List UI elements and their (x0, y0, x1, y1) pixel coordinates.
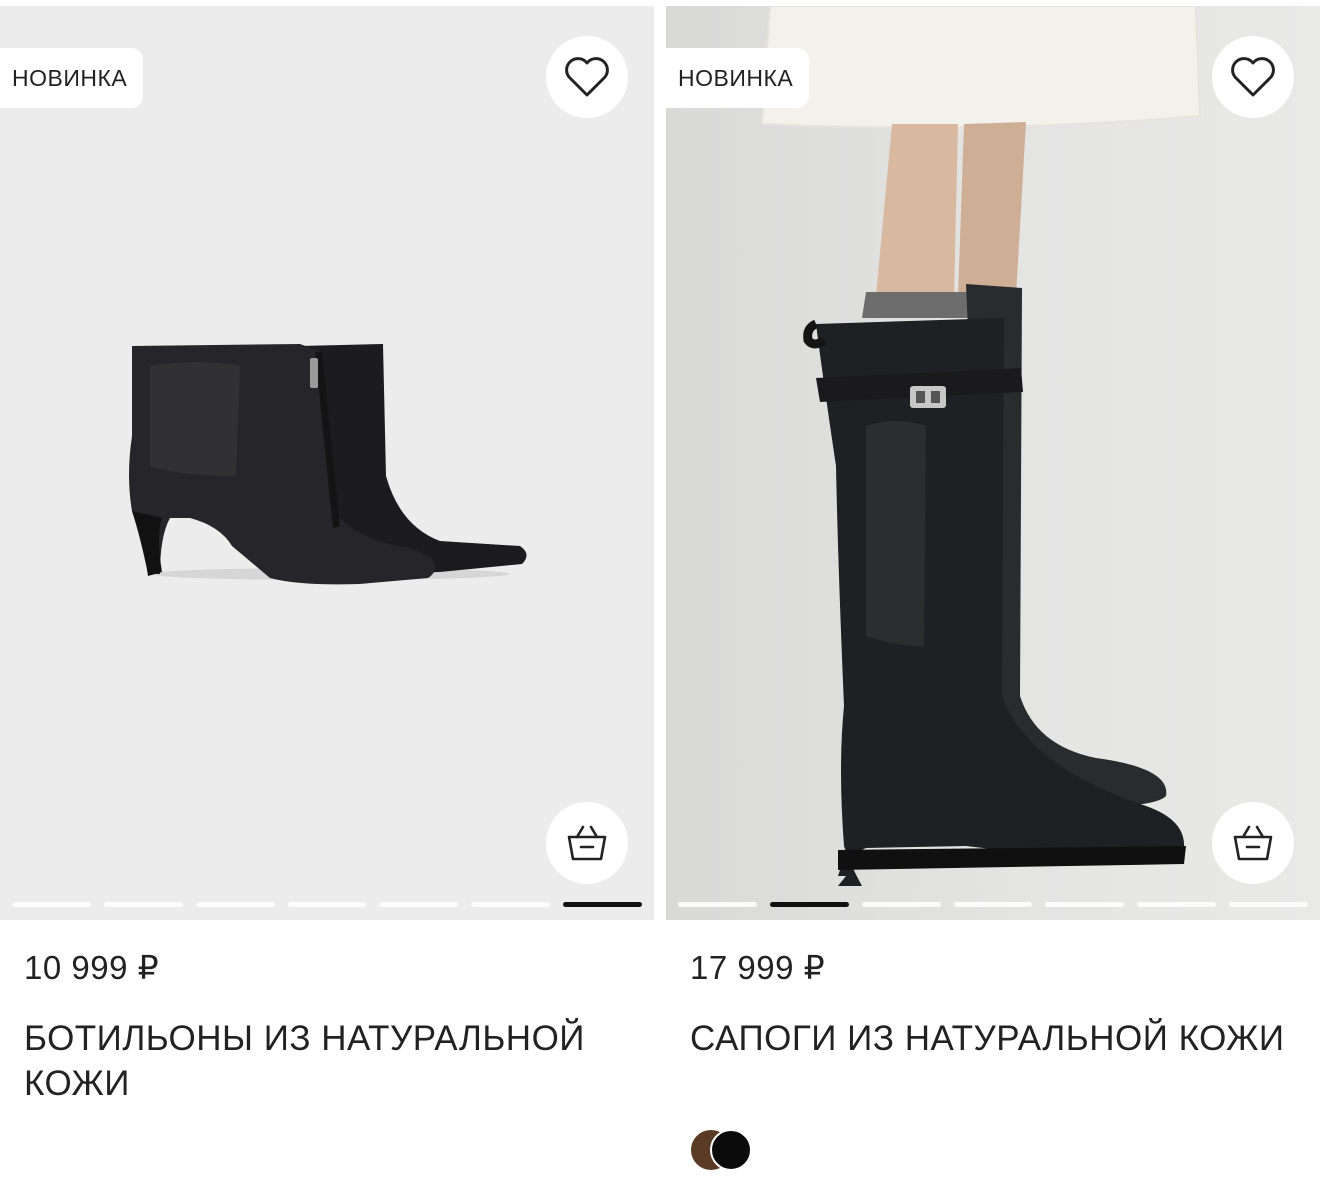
heart-outline-icon (565, 57, 609, 97)
pager-dot[interactable] (471, 902, 551, 907)
product-image[interactable]: НОВИНКА (666, 6, 1320, 920)
pager-dot[interactable] (769, 902, 849, 907)
basket-icon (567, 825, 607, 861)
product-price: 17 999 ₽ (690, 949, 826, 986)
pager-dot[interactable] (1137, 902, 1217, 907)
new-badge: НОВИНКА (0, 48, 144, 108)
favorite-button[interactable] (1212, 36, 1294, 118)
pager-dot[interactable] (678, 902, 757, 907)
pager-dot[interactable] (103, 902, 183, 907)
color-swatch-black[interactable] (710, 1129, 752, 1171)
pager-dot[interactable] (12, 902, 91, 907)
product-title[interactable]: САПОГИ ИЗ НАТУРАЛЬНОЙ КОЖИ (690, 1016, 1310, 1061)
pager-dot[interactable] (287, 902, 367, 907)
product-title[interactable]: БОТИЛЬОНЫ ИЗ НАТУРАЛЬНОЙ КОЖИ (24, 1016, 644, 1106)
pager-dot[interactable] (195, 902, 275, 907)
color-swatches (690, 1129, 760, 1173)
product-price: 10 999 ₽ (24, 949, 160, 986)
new-badge: НОВИНКА (666, 48, 810, 108)
image-pager (678, 902, 1309, 907)
heart-outline-icon (1231, 57, 1275, 97)
image-pager (12, 902, 643, 907)
favorite-button[interactable] (546, 36, 628, 118)
add-to-cart-button[interactable] (1212, 802, 1294, 884)
basket-icon (1233, 825, 1273, 861)
pager-dot[interactable] (379, 902, 459, 907)
product-image[interactable]: НОВИНКА (0, 6, 654, 920)
product-card-ankle-boots[interactable]: НОВИНКА 10 999 ₽ БОТИЛЬОНЫ ИЗ НАТУРАЛЬНО… (0, 0, 654, 1190)
product-card-tall-boots[interactable]: НОВИНКА 17 999 ₽ САПОГИ ИЗ НАТУРАЛЬНОЙ К… (666, 0, 1320, 1190)
ankle-boots-photo (129, 344, 527, 585)
tall-boots-photo (760, 6, 1202, 886)
pager-dot[interactable] (1229, 902, 1309, 907)
pager-dot[interactable] (1045, 902, 1125, 907)
pager-dot[interactable] (563, 902, 643, 907)
add-to-cart-button[interactable] (546, 802, 628, 884)
product-grid: НОВИНКА 10 999 ₽ БОТИЛЬОНЫ ИЗ НАТУРАЛЬНО… (0, 0, 1320, 1190)
pager-dot[interactable] (861, 902, 941, 907)
pager-dot[interactable] (953, 902, 1033, 907)
